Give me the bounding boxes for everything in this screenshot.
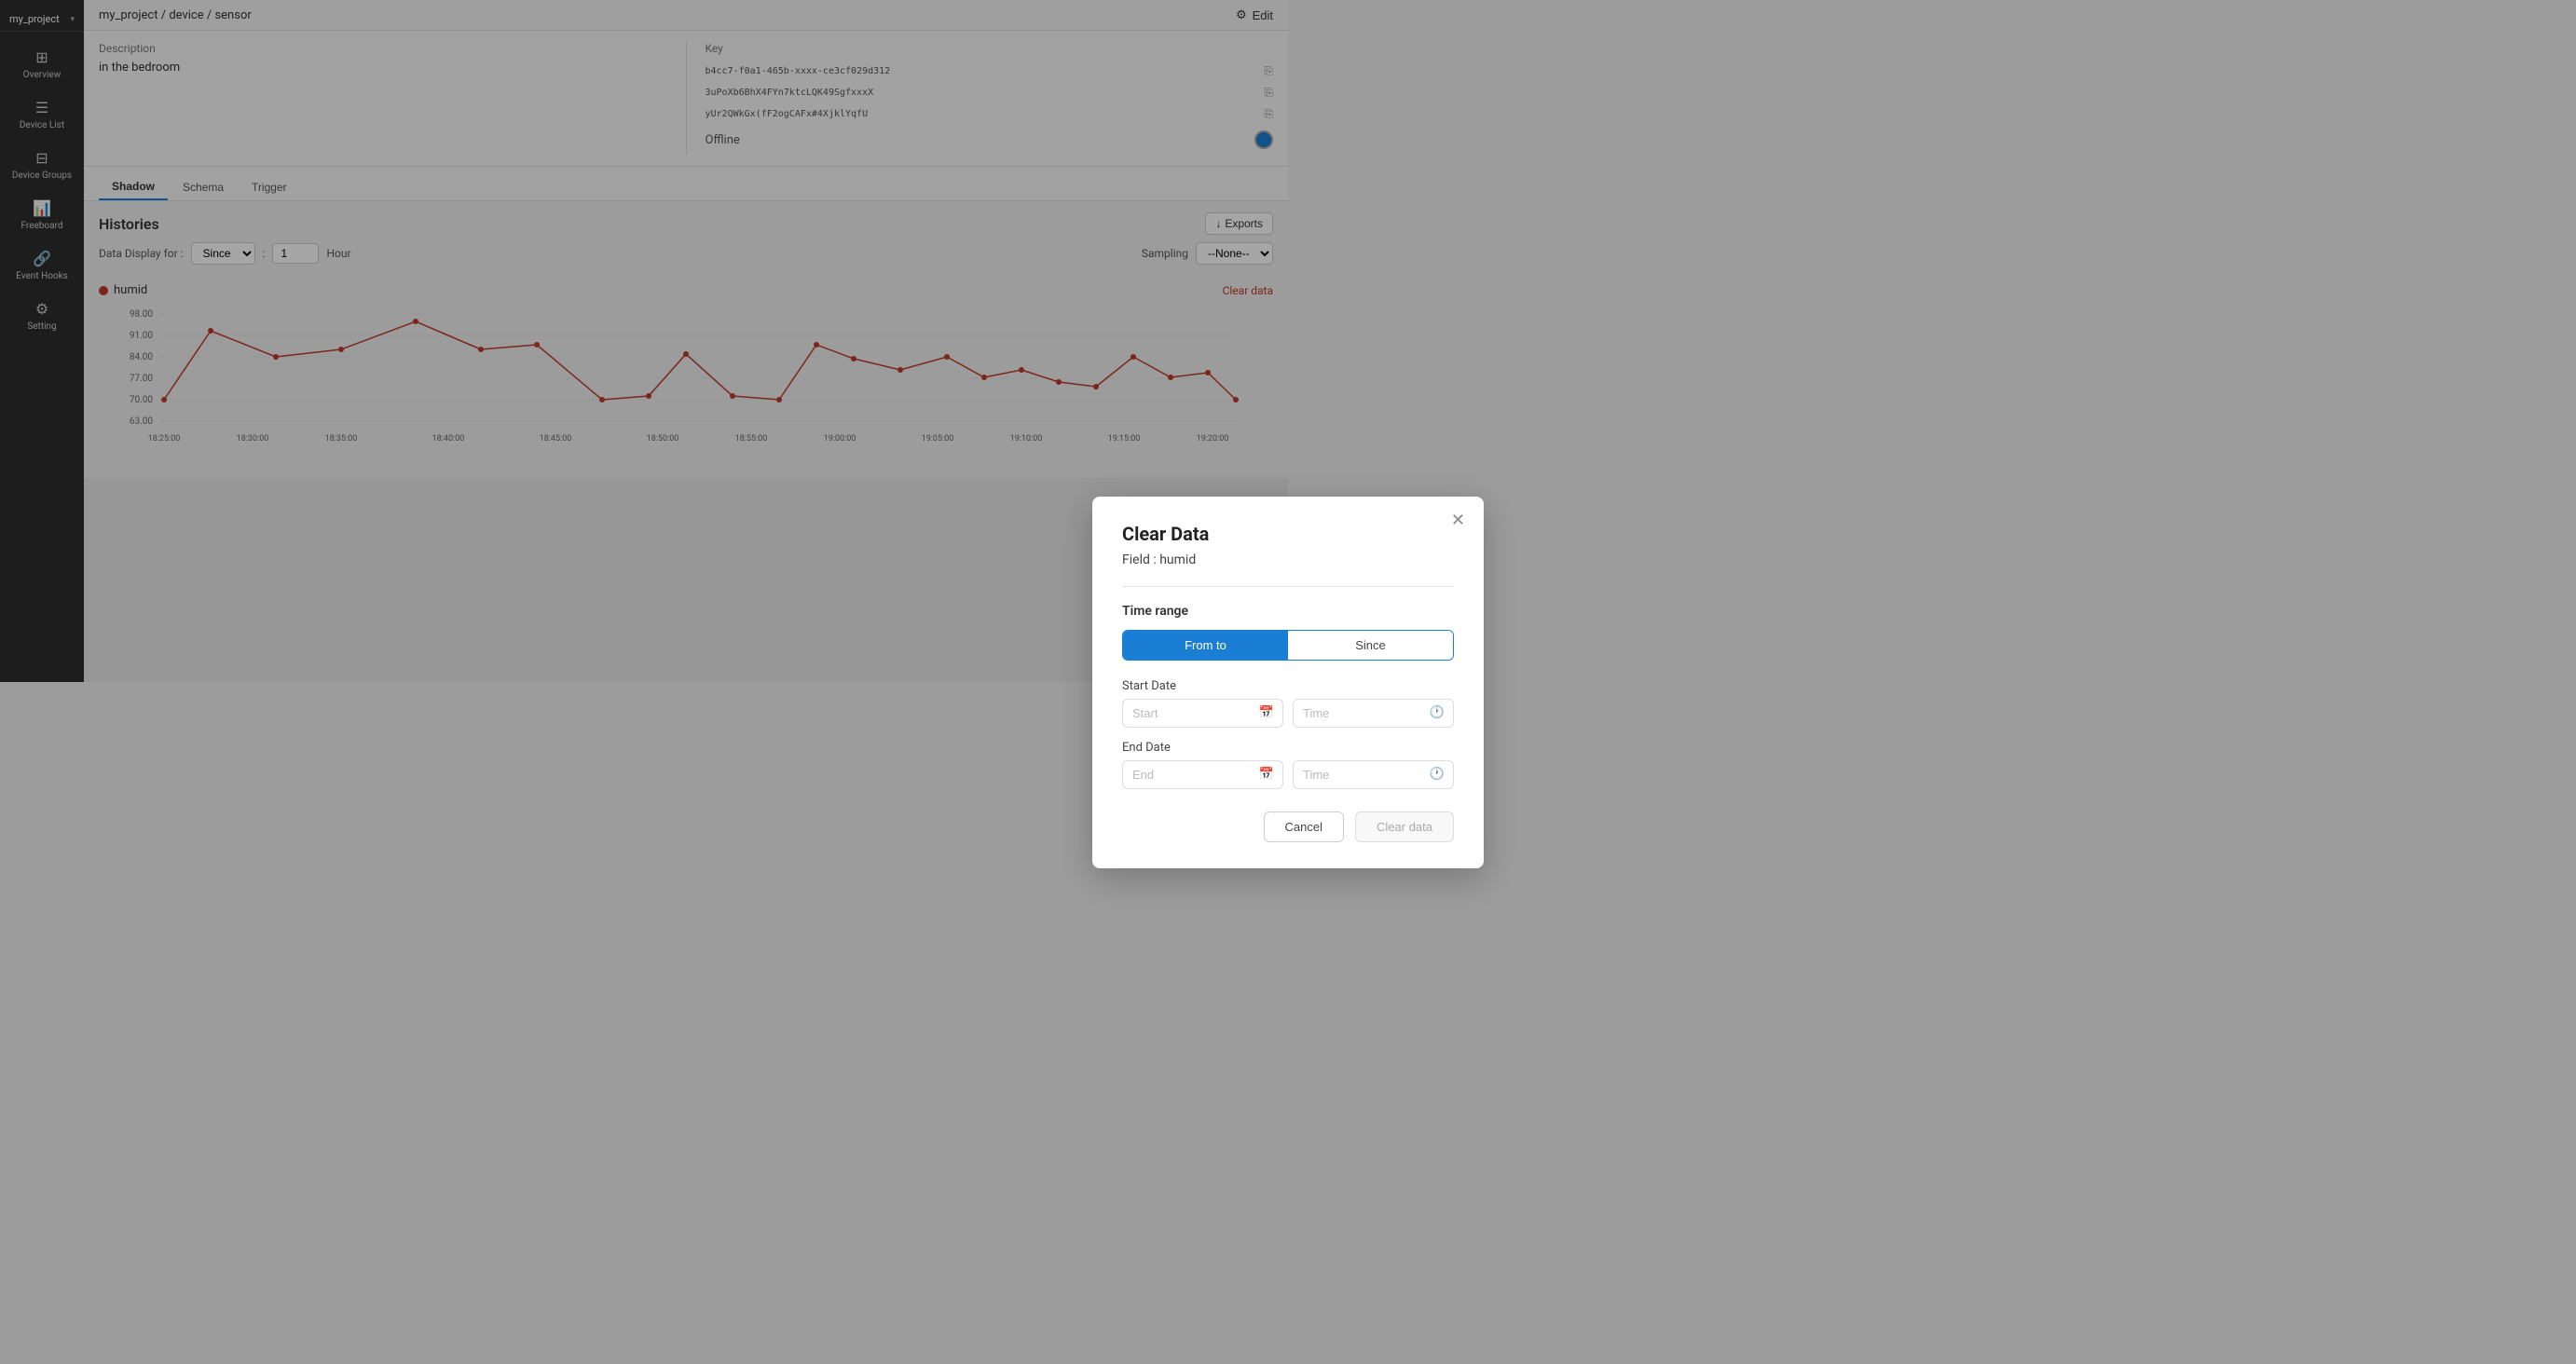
modal-title: Clear Data (1122, 523, 1454, 545)
clear-data-confirm-button[interactable]: Clear data (1355, 812, 1454, 842)
start-date-input[interactable] (1122, 699, 1283, 728)
end-date-label: End Date (1122, 741, 1454, 755)
start-time-input-wrap: 🕐 (1293, 699, 1454, 728)
modal-footer: Cancel Clear data (1122, 812, 1454, 842)
end-time-input[interactable] (1293, 760, 1454, 789)
from-to-button[interactable]: From to (1123, 631, 1288, 660)
end-date-inputs: 📅 🕐 (1122, 760, 1454, 789)
modal-field-label: Field : humid (1122, 552, 1454, 567)
modal-divider (1122, 586, 1454, 587)
time-range-label: Time range (1122, 604, 1454, 619)
clear-data-modal: ✕ Clear Data Field : humid Time range Fr… (1092, 497, 1484, 868)
start-time-input[interactable] (1293, 699, 1454, 728)
start-date-input-wrap: 📅 (1122, 699, 1283, 728)
end-date-group: End Date 📅 🕐 (1122, 741, 1454, 789)
end-date-input-wrap: 📅 (1122, 760, 1283, 789)
modal-overlay[interactable]: ✕ Clear Data Field : humid Time range Fr… (0, 0, 2576, 1364)
start-date-label: Start Date (1122, 679, 1454, 693)
since-button[interactable]: Since (1288, 631, 1453, 660)
end-date-input[interactable] (1122, 760, 1283, 789)
time-range-toggle: From to Since (1122, 630, 1454, 661)
end-time-input-wrap: 🕐 (1293, 760, 1454, 789)
start-date-group: Start Date 📅 🕐 (1122, 679, 1454, 728)
cancel-button[interactable]: Cancel (1264, 812, 1344, 842)
modal-close-button[interactable]: ✕ (1451, 512, 1465, 528)
start-date-inputs: 📅 🕐 (1122, 699, 1454, 728)
